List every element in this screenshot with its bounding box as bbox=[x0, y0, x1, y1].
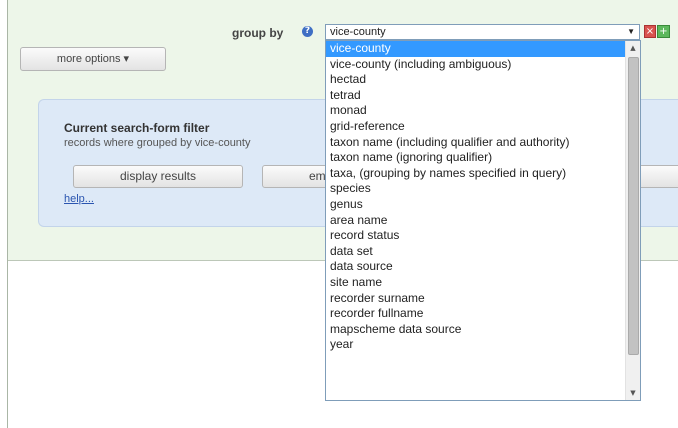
dropdown-option[interactable]: taxa, (grouping by names specified in qu… bbox=[326, 166, 626, 182]
dropdown-option[interactable]: recorder surname bbox=[326, 291, 626, 307]
dropdown-option[interactable]: area name bbox=[326, 213, 626, 229]
help-link[interactable]: help... bbox=[64, 193, 94, 205]
dropdown-option[interactable]: recorder fullname bbox=[326, 306, 626, 322]
dropdown-option[interactable]: monad bbox=[326, 103, 626, 119]
chevron-down-icon[interactable]: ▼ bbox=[627, 25, 635, 39]
dropdown-option[interactable]: year bbox=[326, 337, 626, 353]
group-by-selected-value: vice-county bbox=[330, 26, 386, 38]
more-options-button[interactable]: more options ▾ bbox=[20, 47, 166, 71]
dropdown-option[interactable]: species bbox=[326, 181, 626, 197]
dropdown-option[interactable]: mapscheme data source bbox=[326, 322, 626, 338]
help-icon[interactable]: ? bbox=[302, 26, 313, 37]
group-by-select[interactable]: vice-county ▼ bbox=[325, 24, 640, 40]
dropdown-option[interactable]: genus bbox=[326, 197, 626, 213]
scrollbar-thumb[interactable] bbox=[628, 57, 639, 355]
scroll-down-arrow-icon[interactable]: ▼ bbox=[626, 386, 640, 400]
dropdown-option[interactable]: data source bbox=[326, 259, 626, 275]
dropdown-options: vice-county vice-county (including ambig… bbox=[326, 41, 626, 353]
scroll-up-arrow-icon[interactable]: ▲ bbox=[626, 41, 640, 55]
group-by-label: group by bbox=[232, 26, 284, 40]
dropdown-option[interactable]: taxon name (including qualifier and auth… bbox=[326, 135, 626, 151]
dropdown-option[interactable]: tetrad bbox=[326, 88, 626, 104]
group-by-dropdown-list[interactable]: vice-county vice-county (including ambig… bbox=[325, 40, 641, 401]
dropdown-option[interactable]: site name bbox=[326, 275, 626, 291]
dropdown-option[interactable]: hectad bbox=[326, 72, 626, 88]
filter-title: Current search-form filter bbox=[64, 121, 210, 135]
dropdown-option[interactable]: record status bbox=[326, 228, 626, 244]
remove-icon[interactable]: × bbox=[644, 25, 656, 38]
filter-description: records where grouped by vice-county bbox=[64, 137, 251, 149]
dropdown-option[interactable]: data set bbox=[326, 244, 626, 260]
dropdown-option[interactable]: vice-county (including ambiguous) bbox=[326, 57, 626, 73]
dropdown-option[interactable]: vice-county bbox=[326, 41, 626, 57]
add-icon[interactable]: + bbox=[657, 25, 670, 38]
display-results-button[interactable]: display results bbox=[73, 165, 243, 188]
dropdown-option[interactable]: grid-reference bbox=[326, 119, 626, 135]
dropdown-option[interactable]: taxon name (ignoring qualifier) bbox=[326, 150, 626, 166]
dropdown-scrollbar[interactable]: ▲ ▼ bbox=[625, 41, 640, 400]
